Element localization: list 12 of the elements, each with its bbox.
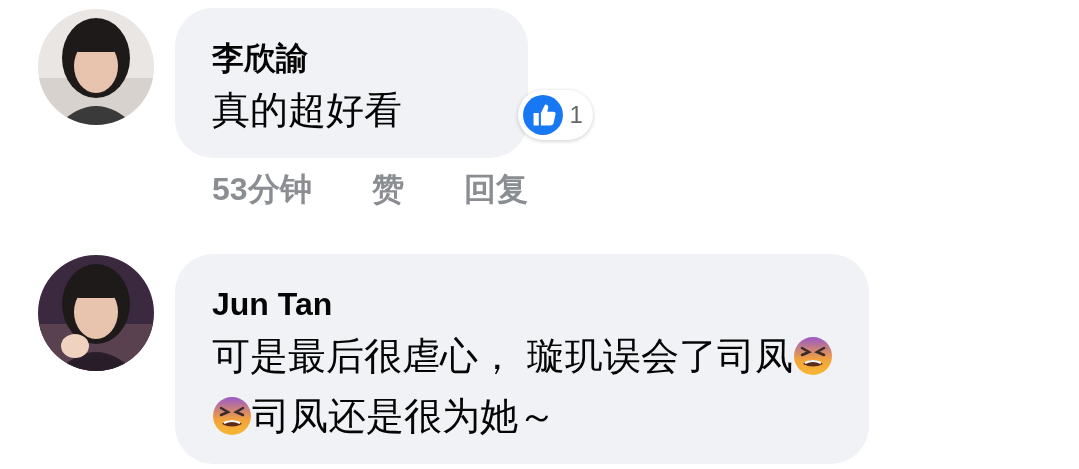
tired-face-icon xyxy=(212,396,252,436)
tired-face-icon xyxy=(792,336,833,376)
comment-text: 可是最后很虐心， 璇玑误会了司凤 xyxy=(212,334,793,379)
action-link[interactable]: 回复 xyxy=(463,168,528,212)
author-name: 李欣諭 xyxy=(212,39,309,78)
author-name: Jun Tan xyxy=(212,285,334,324)
action-link[interactable]: 53分钟 xyxy=(212,168,312,212)
comment-text: 真的超好看 xyxy=(212,88,402,133)
action-link[interactable]: 赞 xyxy=(371,168,404,212)
comment-text: 司凤还是很为她～ xyxy=(252,394,556,439)
like-reaction-badge[interactable]: 1 xyxy=(517,90,593,140)
thumbs-up-icon xyxy=(521,94,564,136)
